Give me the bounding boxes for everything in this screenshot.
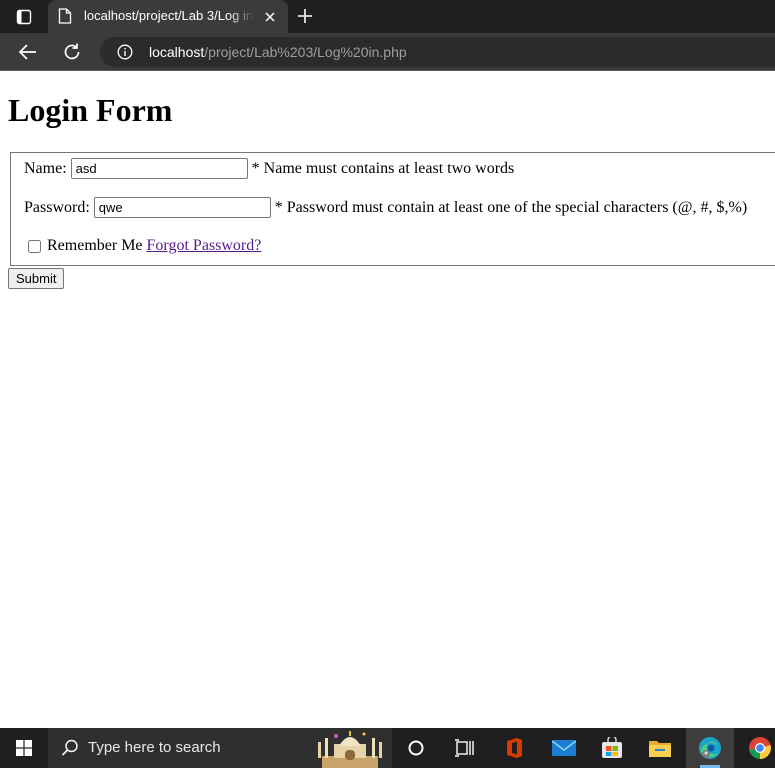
- taskbar: Type here to search: [0, 728, 775, 768]
- forgot-password-link[interactable]: Forgot Password?: [147, 237, 262, 255]
- store-icon: [602, 737, 622, 758]
- password-hint: * Password must contain at least one of …: [274, 198, 748, 216]
- remember-me-label: Remember Me: [47, 237, 143, 254]
- submit-button[interactable]: Submit: [8, 268, 65, 289]
- password-input[interactable]: [93, 197, 271, 218]
- search-highlight-illustration-icon: [318, 731, 382, 768]
- new-tab-icon[interactable]: [295, 6, 315, 26]
- search-icon: [61, 739, 78, 756]
- browser-toolbar: localhost/project/Lab%203/Log%20in.php: [0, 33, 775, 70]
- tab-strip: localhost/project/Lab 3/Log in.php: [0, 0, 775, 33]
- file-explorer-button[interactable]: [636, 728, 684, 768]
- page-favicon-icon: [58, 8, 72, 24]
- start-button[interactable]: [0, 728, 48, 768]
- remember-me-checkbox[interactable]: [28, 239, 41, 253]
- page-content: Login Form Name: * Name must contains at…: [0, 71, 775, 728]
- mail-app-button[interactable]: [540, 728, 588, 768]
- url-text: localhost/project/Lab%203/Log%20in.php: [149, 44, 407, 60]
- taskbar-search-box[interactable]: Type here to search: [48, 728, 392, 768]
- cortana-button[interactable]: [392, 728, 440, 768]
- back-arrow-icon[interactable]: [17, 41, 39, 63]
- remember-row: Remember Me Forgot Password?: [24, 237, 261, 255]
- name-row: Name: * Name must contains at least two …: [24, 158, 514, 179]
- edge-icon: [699, 737, 721, 759]
- edge-app-button[interactable]: [686, 728, 734, 768]
- tab-actions-button[interactable]: [8, 6, 40, 28]
- url-path: /project/Lab%203/Log%20in.php: [204, 44, 407, 60]
- name-hint: * Name must contains at least two words: [251, 159, 515, 177]
- mail-icon: [552, 740, 576, 756]
- cortana-circle-icon: [408, 740, 424, 756]
- password-row: Password: * Password must contain at lea…: [24, 197, 747, 218]
- name-label: Name:: [24, 159, 67, 177]
- windows-logo-icon: [16, 740, 32, 756]
- close-tab-icon[interactable]: [262, 9, 278, 25]
- task-view-button[interactable]: [440, 728, 488, 768]
- refresh-icon[interactable]: [61, 41, 83, 63]
- login-fieldset: Name: * Name must contains at least two …: [10, 152, 775, 266]
- chrome-app-button[interactable]: [736, 728, 775, 768]
- browser-tab[interactable]: localhost/project/Lab 3/Log in.php: [48, 0, 288, 33]
- office-icon: [507, 738, 522, 758]
- page-title: Login Form: [8, 92, 173, 128]
- password-label: Password:: [24, 198, 90, 216]
- task-view-icon: [455, 739, 474, 757]
- url-host: localhost: [149, 44, 205, 60]
- chrome-icon: [749, 737, 771, 759]
- tab-actions-icon: [16, 9, 32, 25]
- site-info-icon[interactable]: [117, 44, 133, 60]
- address-bar[interactable]: localhost/project/Lab%203/Log%20in.php: [100, 37, 775, 67]
- search-placeholder: Type here to search: [88, 739, 221, 756]
- store-app-button[interactable]: [588, 728, 636, 768]
- office-app-button[interactable]: [490, 728, 538, 768]
- tab-title: localhost/project/Lab 3/Log in.php: [84, 8, 254, 23]
- file-explorer-icon: [649, 741, 671, 757]
- name-input[interactable]: [70, 158, 248, 179]
